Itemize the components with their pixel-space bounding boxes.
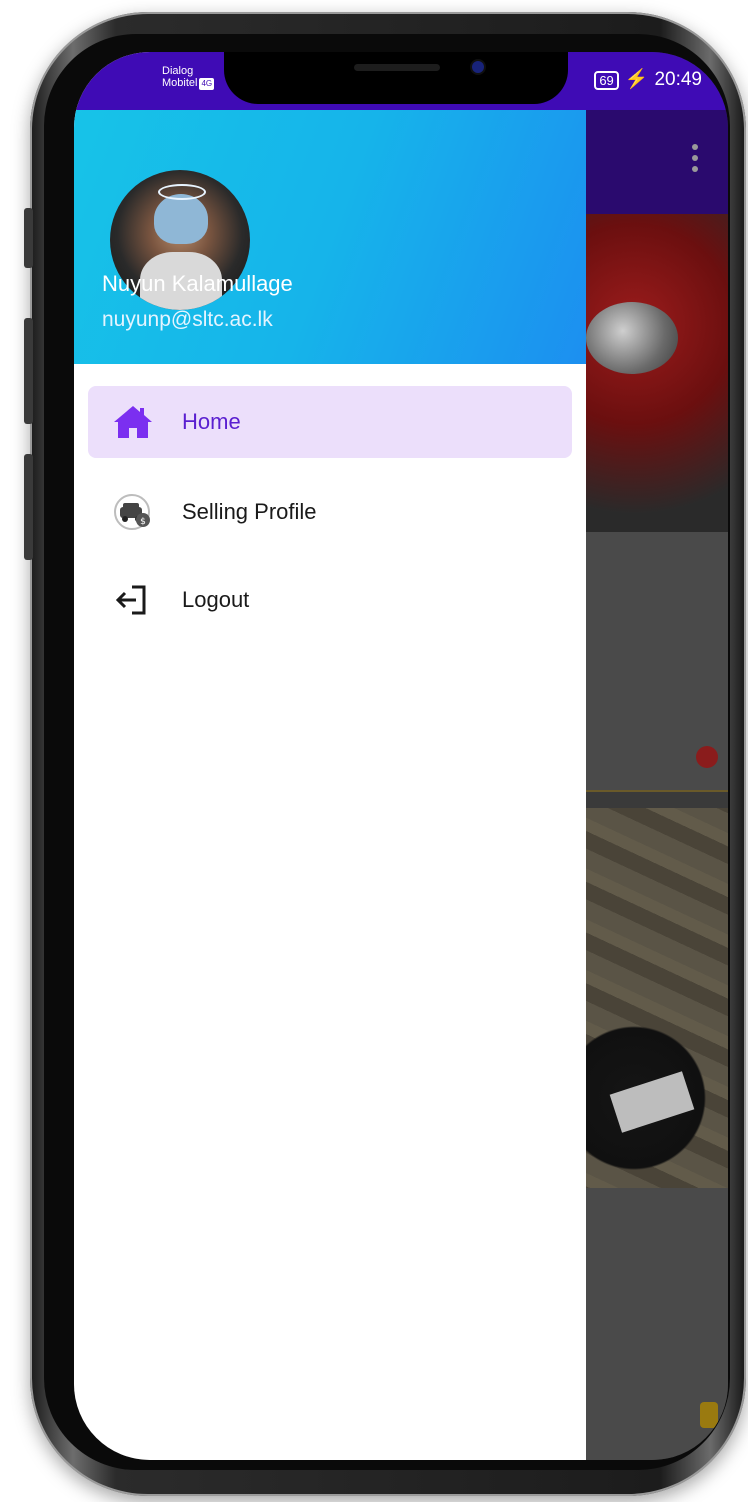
drawer-item-home[interactable]: Home (88, 386, 572, 458)
carrier-name-2: Mobitel (162, 77, 198, 89)
speaker-grille (354, 64, 440, 71)
logout-icon (115, 585, 146, 615)
car-sell-icon: $ (114, 494, 150, 530)
status-indicators: 69 ⚡ 20:49 (594, 69, 702, 91)
background-scroll-up-icon (700, 1402, 718, 1428)
user-name: Nuyun Kalamullage (102, 271, 293, 296)
drawer-item-label: Logout (182, 587, 250, 612)
navigation-drawer: Nuyun Kalamullage nuyunp@sltc.ac.lk Home (74, 52, 586, 1460)
camera-notch (224, 52, 568, 104)
drawer-item-label: Selling Profile (182, 499, 317, 524)
drawer-item-label: Home (182, 409, 241, 434)
charging-icon: ⚡ (624, 69, 649, 90)
drawer-header: Nuyun Kalamullage nuyunp@sltc.ac.lk (74, 110, 586, 364)
clock: 20:49 (654, 69, 702, 90)
phone-screen: Nuyun Kalamullage nuyunp@sltc.ac.lk Home (74, 52, 728, 1460)
battery-icon: 69 (594, 70, 619, 90)
svg-text:$: $ (140, 517, 146, 527)
background-car-headlight (586, 302, 678, 374)
background-badge-icon (696, 746, 718, 768)
more-options-icon (692, 144, 698, 177)
carrier-info: Dialog Mobitel 4G (162, 65, 215, 90)
network-badge: 4G (199, 78, 215, 90)
user-email: nuyunp@sltc.ac.lk (102, 308, 273, 331)
front-camera (472, 61, 484, 73)
drawer-item-logout[interactable]: Logout (88, 564, 572, 636)
carrier-name-1: Dialog (162, 65, 194, 77)
phone-side-button (24, 208, 33, 268)
status-bar: Dialog Mobitel 4G 69 ⚡ 20:49 (74, 52, 728, 110)
home-icon (114, 406, 152, 438)
drawer-item-selling-profile[interactable]: $ Selling Profile (88, 476, 572, 548)
phone-volume-down-button (24, 454, 33, 560)
phone-volume-up-button (24, 318, 33, 424)
